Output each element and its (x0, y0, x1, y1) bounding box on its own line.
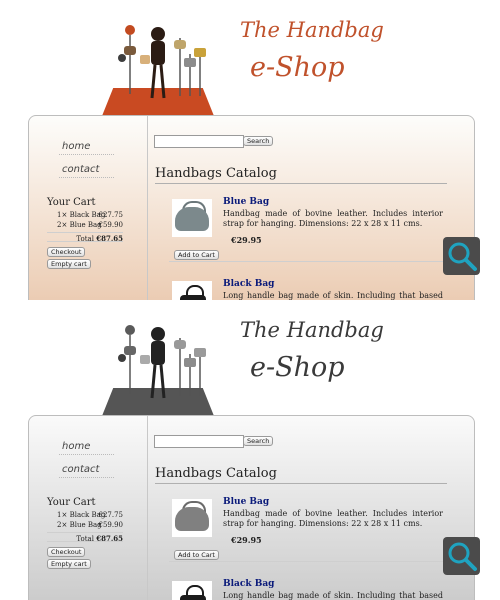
product-image-black-bag[interactable] (172, 581, 212, 600)
logo-subtitle: e-Shop (250, 52, 345, 83)
sidebar: home contact Your Cart 1× Black Bag €27.… (29, 416, 148, 600)
logo-title: The Handbag (240, 318, 384, 342)
nav-divider (59, 177, 114, 178)
search-input[interactable] (154, 435, 244, 448)
product-image-black-bag[interactable] (172, 281, 212, 300)
logo-title: The Handbag (240, 18, 384, 42)
empty-cart-button[interactable]: Empty cart (47, 259, 91, 269)
screenshot-grayscale: The Handbag e-Shop home contact Your Car… (0, 300, 500, 600)
product-image-blue-bag[interactable] (172, 199, 212, 237)
product-price: €29.95 (231, 535, 262, 545)
search-button[interactable]: Search (243, 436, 274, 446)
magnifier-icon (448, 242, 477, 271)
nav-divider (59, 477, 114, 478)
logo-illustration (118, 325, 206, 399)
search-button[interactable]: Search (243, 136, 274, 146)
add-to-cart-button[interactable]: Add to Cart (174, 550, 219, 560)
product-divider (169, 261, 447, 262)
nav-link-contact[interactable]: contact (62, 464, 99, 475)
cart-divider (47, 541, 123, 542)
catalog-title: Handbags Catalog (155, 166, 277, 181)
product-description: Handbag made of bovine leather. Includes… (223, 209, 443, 228)
product-price: €29.95 (231, 235, 262, 245)
screenshot-color: The Handbag e-Shop home contact Your Car… (0, 0, 500, 300)
product-name[interactable]: Black Bag (223, 579, 274, 589)
catalog-divider (155, 183, 447, 184)
add-to-cart-button[interactable]: Add to Cart (174, 250, 219, 260)
main-frame: home contact Your Cart 1× Black Bag €27.… (28, 115, 475, 300)
product-description: Handbag made of bovine leather. Includes… (223, 509, 443, 528)
main-frame: home contact Your Cart 1× Black Bag €27.… (28, 415, 475, 600)
product-name[interactable]: Blue Bag (223, 197, 269, 207)
cart-divider (47, 241, 123, 242)
cart-title: Your Cart (47, 197, 96, 208)
product-description: Long handle bag made of skin. Including … (223, 591, 443, 600)
nav-divider (59, 454, 114, 455)
product-name[interactable]: Black Bag (223, 279, 274, 289)
logo-subtitle: e-Shop (250, 352, 345, 383)
nav-link-home[interactable]: home (62, 441, 90, 452)
product-image-blue-bag[interactable] (172, 499, 212, 537)
search-input[interactable] (154, 135, 244, 148)
shop-logo[interactable]: The Handbag e-Shop (100, 308, 400, 416)
catalog-divider (155, 483, 447, 484)
product-description: Long handle bag made of skin. Including … (223, 291, 443, 300)
catalog-title: Handbags Catalog (155, 466, 277, 481)
nav-divider (59, 154, 114, 155)
product-name[interactable]: Blue Bag (223, 497, 269, 507)
nav-link-home[interactable]: home (62, 141, 90, 152)
zoom-button[interactable] (443, 237, 480, 275)
nav-link-contact[interactable]: contact (62, 164, 99, 175)
checkout-button[interactable]: Checkout (47, 247, 86, 257)
shop-logo[interactable]: The Handbag e-Shop (100, 8, 400, 116)
zoom-button[interactable] (443, 537, 480, 575)
empty-cart-button[interactable]: Empty cart (47, 559, 91, 569)
product-divider (169, 561, 447, 562)
checkout-button[interactable]: Checkout (47, 547, 86, 557)
logo-illustration (118, 25, 206, 99)
magnifier-icon (448, 542, 477, 571)
cart-title: Your Cart (47, 497, 96, 508)
sidebar: home contact Your Cart 1× Black Bag €27.… (29, 116, 148, 300)
